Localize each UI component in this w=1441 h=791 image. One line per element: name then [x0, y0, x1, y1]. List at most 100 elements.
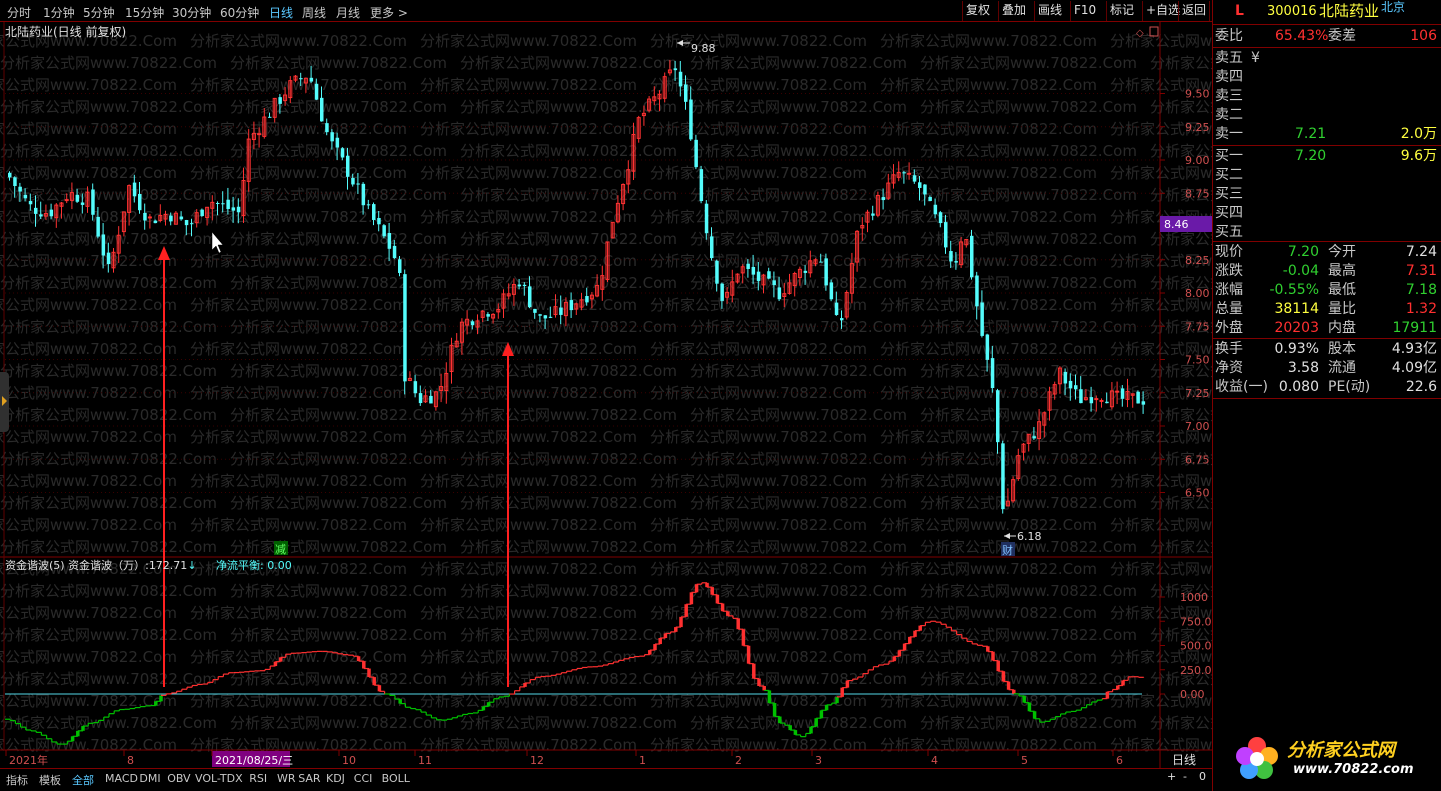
watermark-text: 分析家公式网www.70822.Com [880, 208, 1097, 226]
watermark-text: 分析家公式网www.70822.Com [420, 164, 637, 182]
candle-body [221, 203, 225, 205]
indicator-tab-7[interactable]: RSI [249, 772, 267, 785]
watermark-text: 分析家公式网www.70822.Com [650, 340, 867, 358]
zoom-in-button[interactable]: + [1167, 770, 1176, 783]
indicator-tab-12[interactable]: BOLL [382, 772, 410, 785]
zoom-out-button[interactable]: - [1183, 770, 1187, 783]
watermark-text: 分析家公式网www.70822.Com [690, 406, 907, 424]
watermark-text: 分析家公式网www.70822.Com [880, 516, 1097, 534]
watermark-text: 分析家公式网www.70822.Com [190, 296, 407, 314]
candle-body [179, 216, 184, 220]
watermark-text: 分析家公式网www.70822.Com [690, 318, 907, 336]
indicator-tab-0[interactable]: 指标 [6, 772, 28, 788]
watermark-text: 分析家公式网www.70822.Com [0, 98, 217, 116]
zoom-reset-button[interactable]: 0 [1199, 770, 1206, 783]
watermark-text: 分析家公式网www.70822.Com [460, 538, 677, 556]
overlay-button[interactable]: 叠加 [998, 1, 1029, 21]
restore-rights-button[interactable]: 复权 [962, 1, 993, 21]
period-tab-daily[interactable]: 日线 [269, 4, 293, 21]
watermark-text: 分析家公式网www.70822.Com [460, 714, 677, 732]
period-tab-15min[interactable]: 15分钟 [125, 4, 164, 21]
candle-body [559, 307, 563, 315]
chart-canvas[interactable]: 分析家公式网www.70822.Com 分析家公式网www.70822.Com 分析… [0, 22, 1212, 770]
watermark-text: 分析家公式网www.70822.Com [650, 208, 867, 226]
indicator-tab-1[interactable]: 模板 [39, 772, 61, 788]
candle-body [871, 213, 875, 216]
watermark-text: 分析家公式网www.70822.Com [1150, 538, 1212, 556]
candle-body [517, 284, 522, 287]
candle-body [840, 318, 844, 321]
time-axis-label: 1 [639, 754, 646, 767]
watermark-text: 分析家公式网www.70822.Com [420, 120, 637, 138]
back-button[interactable]: 返回 [1178, 1, 1211, 21]
watermark-text: 分析家公式网www.70822.Com [230, 494, 447, 512]
f10-button[interactable]: F10 [1070, 1, 1099, 21]
candle-body [970, 235, 974, 278]
logo-text: 分析家公式网 [1287, 740, 1395, 761]
period-tab-60min[interactable]: 60分钟 [220, 4, 259, 21]
order-price: 7.21 [1295, 126, 1327, 142]
indicator-tab-10[interactable]: KDJ [326, 772, 345, 785]
watermark-text: 分析家公式网www.70822.Com [230, 98, 447, 116]
time-axis-label: 2021年 [9, 753, 48, 767]
watermark-text: 分析家公式网www.70822.Com [920, 406, 1137, 424]
draw-line-button[interactable]: 画线 [1034, 1, 1065, 21]
watermark-text: 分析家公式网www.70822.Com [690, 230, 907, 248]
candle-body [1032, 436, 1036, 439]
add-favorite-button[interactable]: +自选 [1142, 1, 1183, 21]
period-tab-more[interactable]: 更多 > [370, 4, 408, 21]
candle-body [49, 209, 54, 217]
indicator-tab-4[interactable]: DMI [139, 772, 160, 785]
watermark-text: 分析家公式网www.70822.Com [690, 714, 907, 732]
candle-body [938, 212, 943, 224]
quote-label: 收益(一) [1215, 379, 1268, 395]
indicator-tab-5[interactable]: OBV [167, 772, 190, 785]
indicator-tab-3[interactable]: MACD [105, 772, 138, 785]
quote-value: 0.080 [1278, 379, 1319, 395]
indicator-tab-11[interactable]: CCI [354, 772, 373, 785]
indicator-axis-label: 250.0 [1180, 664, 1212, 677]
candle-body [64, 199, 69, 202]
candle-body [528, 286, 532, 308]
side-collapse-handle[interactable] [0, 372, 9, 432]
candle-body [39, 214, 43, 217]
watermark-text: 分析家公式网www.70822.Com [920, 318, 1137, 336]
watermark-text: 分析家公式网www.70822.Com [190, 428, 407, 446]
candle-body [756, 271, 761, 281]
indicator-tab-9[interactable]: SAR [298, 772, 320, 785]
kline-chart-area[interactable]: 分析家公式网www.70822.Com 分析家公式网www.70822.Com 分析… [0, 22, 1212, 770]
quote-row: 涨幅 -0.55% 最低 7.18 [1215, 281, 1439, 300]
candle-body [954, 261, 958, 263]
period-tab-fenshi[interactable]: 分时 [7, 4, 31, 21]
buy-row: 买二 [1215, 166, 1439, 185]
period-tab-5min[interactable]: 5分钟 [83, 4, 115, 21]
candle-body [1120, 388, 1125, 399]
watermark-text: 分析家公式网www.70822.Com [230, 274, 447, 292]
price-axis-label: 7.00 [1185, 420, 1210, 433]
candle-body [829, 282, 834, 300]
sell-row: 卖三 [1215, 87, 1439, 106]
order-label: 卖一 [1215, 126, 1243, 142]
candle-body [1074, 385, 1078, 390]
indicator-tab-8[interactable]: WR [277, 772, 296, 785]
period-tab-monthly[interactable]: 月线 [336, 4, 360, 21]
stock-flag: L [1235, 3, 1244, 19]
watermark-text: 分析家公式网www.70822.Com [0, 472, 177, 490]
period-tab-30min[interactable]: 30分钟 [172, 4, 211, 21]
candle-body [819, 261, 823, 263]
candle-body [429, 395, 433, 404]
indicator-tab-2[interactable]: 全部 [72, 772, 94, 788]
watermark-text: 分析家公式网www.70822.Com [880, 32, 1097, 50]
indicator-tab-6[interactable]: VOL-TDX [195, 772, 243, 785]
watermark-text: 分析家公式网www.70822.Com [420, 736, 637, 754]
candle-body [403, 274, 407, 382]
mark-button[interactable]: 标记 [1106, 1, 1137, 21]
candle-body [923, 184, 927, 195]
watermark-text: 分析家公式网www.70822.Com [190, 32, 407, 50]
watermark-text: 分析家公式网www.70822.Com [190, 340, 407, 358]
watermark-text: 分析家公式网www.70822.Com [650, 516, 867, 534]
candle-body [569, 300, 574, 311]
buy-row: 买五 [1215, 223, 1439, 242]
period-tab-weekly[interactable]: 周线 [302, 4, 326, 21]
period-tab-1min[interactable]: 1分钟 [43, 4, 75, 21]
